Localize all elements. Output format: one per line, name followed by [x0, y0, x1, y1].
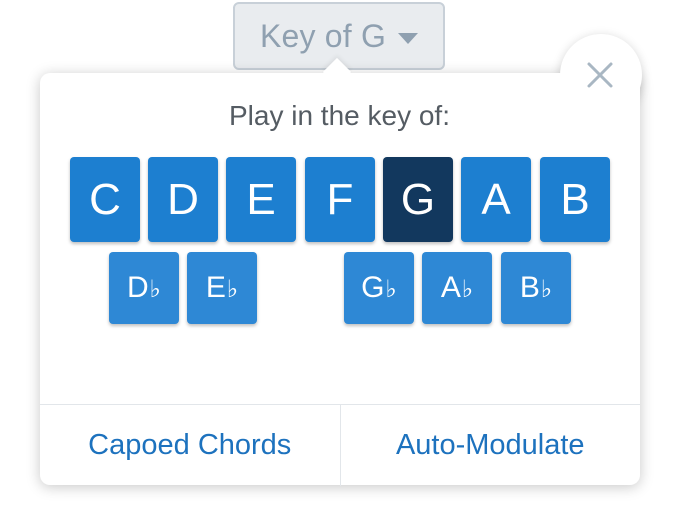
popover-prompt: Play in the key of: [228, 100, 450, 131]
key-label: E [246, 174, 276, 224]
key-button-a[interactable]: A [461, 157, 531, 242]
key-label: G [400, 174, 436, 224]
key-label: D [127, 271, 149, 304]
key-button-g-selected[interactable]: G [383, 157, 453, 242]
key-button-e[interactable]: E [226, 157, 296, 242]
popover-footer: Capoed Chords Auto-Modulate [40, 404, 640, 486]
key-button-d-flat[interactable]: D ♭ [109, 252, 179, 324]
flat-sign: ♭ [461, 276, 474, 303]
key-selector-label: Key of G [259, 17, 387, 54]
key-button-b-flat[interactable]: B ♭ [501, 252, 571, 324]
key-button-g-flat[interactable]: G ♭ [344, 252, 414, 324]
key-button-a-flat[interactable]: A ♭ [422, 252, 492, 324]
key-label: C [89, 174, 121, 224]
key-label: D [167, 174, 199, 224]
key-button-e-flat[interactable]: E ♭ [187, 252, 257, 324]
key-label: G [361, 271, 385, 304]
flat-sign: ♭ [540, 276, 553, 303]
key-button-f[interactable]: F [305, 157, 375, 242]
flat-sign: ♭ [385, 276, 397, 303]
key-label: F [326, 174, 354, 224]
key-button-d[interactable]: D [148, 157, 218, 242]
key-label: E [205, 271, 226, 304]
key-label: A [481, 174, 511, 224]
key-button-c[interactable]: C [70, 157, 140, 242]
page: Key of G Play in the key of: C D E F G A… [0, 0, 679, 526]
auto-modulate-button[interactable]: Auto-Modulate [339, 405, 641, 486]
key-button-b[interactable]: B [540, 157, 610, 242]
key-label: B [519, 271, 540, 304]
key-label: A [440, 271, 461, 304]
key-label: B [560, 174, 590, 224]
chevron-down-icon [398, 32, 419, 44]
flat-sign: ♭ [226, 276, 239, 303]
capoed-chords-button[interactable]: Capoed Chords [40, 405, 340, 486]
flat-sign: ♭ [149, 276, 161, 303]
close-icon[interactable] [586, 61, 614, 89]
